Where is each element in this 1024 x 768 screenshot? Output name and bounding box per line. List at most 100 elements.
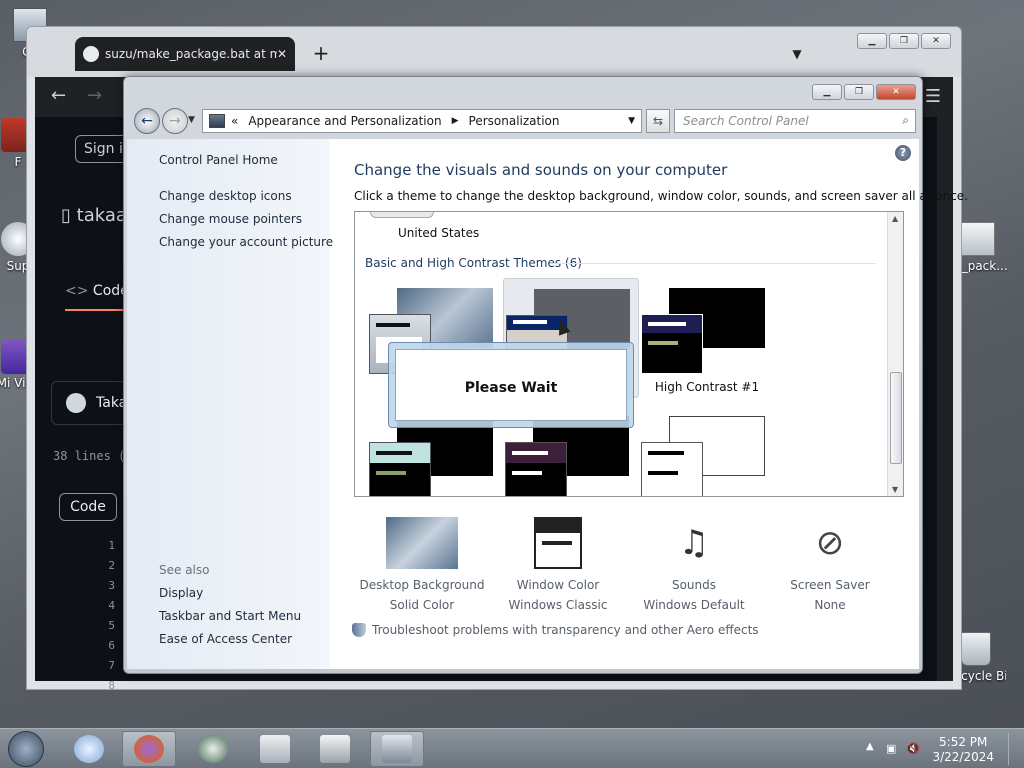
sounds-setting[interactable]: ♫ Sounds Windows Default [626, 517, 762, 615]
refresh-icon: ⇆ [652, 114, 664, 128]
control-panel-icon [382, 735, 412, 763]
firefox-icon [134, 735, 164, 763]
window-controls: ▁ ❐ ✕ [812, 84, 916, 100]
line-number: 5 [108, 619, 115, 632]
theme-high-contrast-white[interactable] [639, 406, 775, 496]
taskbar-media-player[interactable] [308, 731, 362, 767]
search-icon[interactable]: ⌕ [902, 113, 909, 128]
screen-saver-icon: ⊘ [815, 523, 845, 563]
see-also-list: Display Taskbar and Start Menu Ease of A… [159, 586, 301, 655]
theme-thumbnail[interactable] [370, 212, 434, 218]
recycle-bin-icon [961, 632, 991, 666]
refresh-button[interactable]: ⇆ [646, 109, 670, 133]
repo-icon: ▯ [61, 205, 77, 226]
screen-saver-setting[interactable]: ⊘ Screen Saver None [762, 517, 898, 615]
recent-pages-icon[interactable]: ▼ [188, 115, 195, 125]
clock-date: 3/22/2024 [932, 750, 994, 764]
line-number: 1 [108, 539, 115, 552]
breadcrumb-separator-icon[interactable]: ▶ [452, 116, 459, 126]
browser-tab[interactable]: suzu/make_package.bat at mas ✕ [75, 37, 295, 71]
please-wait-dialog: Please Wait [388, 342, 634, 428]
address-bar[interactable]: « Appearance and Personalization ▶ Perso… [202, 109, 642, 133]
theme-high-contrast-1[interactable]: High Contrast #1 [639, 278, 775, 398]
taskbar-media-center[interactable] [186, 731, 240, 767]
search-input[interactable]: Search Control Panel ⌕ [674, 109, 916, 133]
close-button[interactable]: ✕ [876, 84, 916, 100]
window-color-setting[interactable]: Window Color Windows Classic [490, 517, 626, 615]
menu-icon[interactable]: ☰ [925, 86, 941, 107]
close-button[interactable]: ✕ [921, 33, 951, 49]
repo-title[interactable]: ▯ takaa [61, 205, 127, 226]
taskbar-control-panel[interactable] [370, 731, 424, 767]
avatar [66, 393, 86, 413]
setting-value: None [814, 598, 846, 612]
network-icon[interactable]: ▣ [886, 742, 900, 756]
taskbar-explorer[interactable] [248, 731, 302, 767]
taskbar-start-menu-link[interactable]: Taskbar and Start Menu [159, 609, 301, 632]
volume-muted-icon[interactable]: 🔇 [906, 742, 920, 756]
search-placeholder: Search Control Panel [683, 114, 809, 128]
help-icon[interactable]: ? [895, 145, 911, 161]
scroll-up-icon[interactable]: ▲ [892, 214, 898, 223]
browser-tabbar: suzu/make_package.bat at mas ✕ + ▼ ▁ ❐ ✕ [27, 27, 961, 77]
breadcrumb-personalization[interactable]: Personalization [469, 114, 560, 128]
window-titlebar[interactable]: ▁ ❐ ✕ [124, 77, 922, 107]
control-panel-home-link[interactable]: Control Panel Home [159, 153, 330, 176]
tab-list-button[interactable]: ▼ [785, 42, 809, 66]
scroll-down-icon[interactable]: ▼ [892, 485, 898, 494]
notification-area: ▲ ▣ 🔇 5:52 PM 3/22/2024 [860, 733, 1020, 765]
window-content: Control Panel Home Change desktop icons … [127, 139, 968, 669]
folder-icon [260, 735, 290, 763]
theme-name: High Contrast #1 [654, 380, 760, 394]
tab-title: suzu/make_package.bat at mas [105, 47, 277, 61]
tab-code[interactable]: <> Code [65, 283, 129, 311]
theme-name[interactable]: United States [398, 226, 479, 240]
address-toolbar: ← → ▼ « Appearance and Personalization ▶… [130, 108, 916, 134]
window-color-icon [534, 517, 582, 569]
code-icon: <> [65, 283, 93, 299]
theme-list-scrollbar[interactable]: ▲ ▼ [887, 212, 903, 496]
back-button[interactable]: ← [134, 108, 160, 134]
browser-window-controls: ▁ ❐ ✕ [857, 33, 951, 49]
back-icon[interactable]: ← [51, 85, 66, 106]
minimize-button[interactable]: ▁ [812, 84, 842, 100]
minimize-button[interactable]: ▁ [857, 33, 887, 49]
media-center-icon [198, 735, 228, 763]
desktop-background-setting[interactable]: Desktop Background Solid Color [354, 517, 490, 615]
file-line-count: 38 lines ( [53, 449, 126, 463]
media-player-icon [320, 735, 350, 763]
start-button[interactable] [8, 731, 44, 767]
setting-title: Screen Saver [790, 578, 870, 592]
show-hidden-icons-icon[interactable]: ▲ [866, 741, 874, 752]
taskbar-firefox[interactable] [122, 731, 176, 767]
github-icon [83, 46, 99, 62]
troubleshoot-link[interactable]: Troubleshoot problems with transparency … [352, 623, 759, 637]
address-dropdown-icon[interactable]: ▼ [628, 116, 635, 126]
internet-explorer-icon [74, 735, 104, 763]
clock[interactable]: 5:52 PM 3/22/2024 [932, 735, 994, 765]
please-wait-message: Please Wait [395, 349, 627, 421]
see-also-heading: See also [159, 563, 210, 577]
breadcrumb-appearance[interactable]: Appearance and Personalization [248, 114, 441, 128]
display-link[interactable]: Display [159, 586, 301, 609]
change-desktop-icons-link[interactable]: Change desktop icons [159, 189, 330, 212]
show-desktop-button[interactable] [1008, 733, 1020, 765]
forward-icon[interactable]: → [87, 85, 102, 106]
code-view-button[interactable]: Code [59, 493, 117, 521]
theme-window-preview [641, 442, 703, 496]
taskbar-internet-explorer[interactable] [62, 731, 116, 767]
ease-of-access-link[interactable]: Ease of Access Center [159, 632, 301, 655]
maximize-button[interactable]: ❐ [889, 33, 919, 49]
line-numbers: 1 2 3 4 5 6 7 8 [75, 539, 115, 699]
change-mouse-pointers-link[interactable]: Change mouse pointers [159, 212, 330, 235]
close-tab-icon[interactable]: ✕ [277, 47, 287, 61]
maximize-button[interactable]: ❐ [844, 84, 874, 100]
change-account-picture-link[interactable]: Change your account picture [159, 235, 333, 258]
forward-button[interactable]: → [162, 108, 188, 134]
line-number: 4 [108, 599, 115, 612]
theme-list[interactable]: United States Basic and High Contrast Th… [354, 211, 904, 497]
breadcrumb-overflow[interactable]: « [231, 114, 238, 128]
new-tab-button[interactable]: + [309, 42, 333, 66]
scroll-thumb[interactable] [890, 372, 902, 464]
page-title: Change the visuals and sounds on your co… [354, 161, 728, 179]
